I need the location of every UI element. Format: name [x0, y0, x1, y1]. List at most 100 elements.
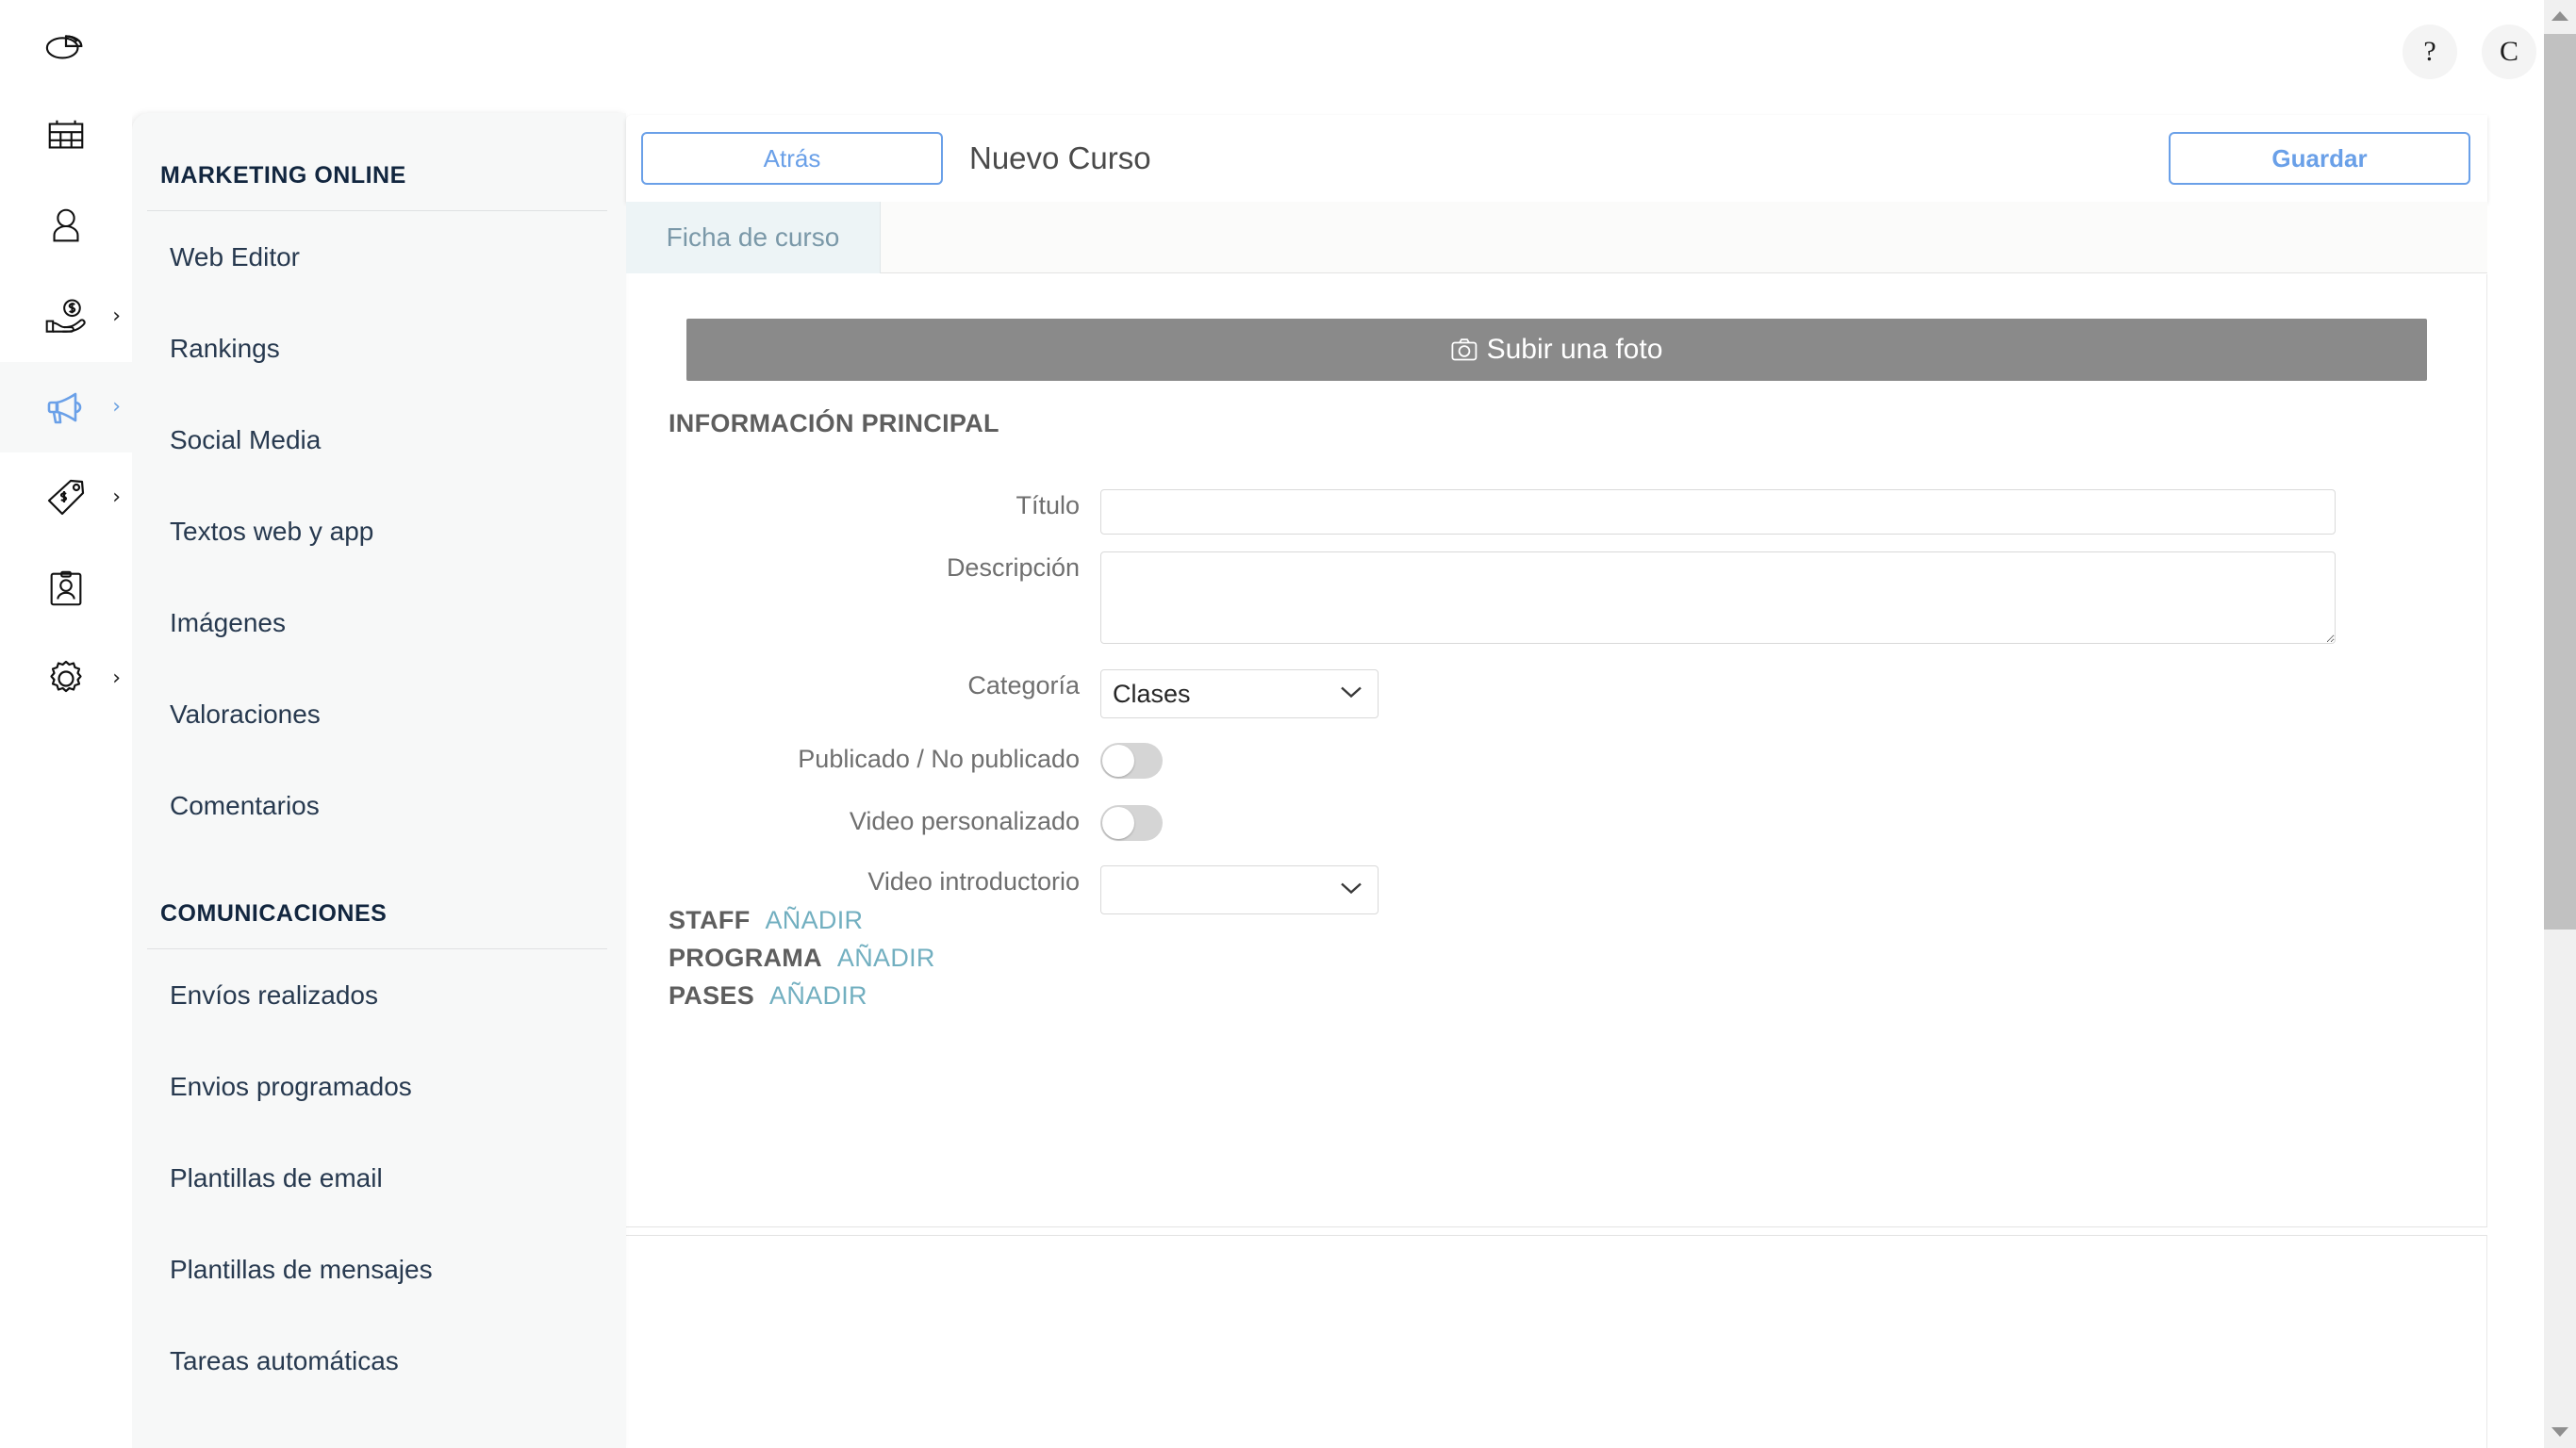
sidebar-group-title-marketing: MARKETING ONLINE — [160, 162, 406, 189]
triangle-down-icon — [2551, 1427, 2568, 1437]
sidebar-item-web-editor[interactable]: Web Editor — [132, 211, 626, 303]
chevron-right-icon: › — [112, 666, 121, 690]
subsection-staff: STAFF AÑADIR — [669, 906, 863, 935]
scrollbar-thumb[interactable] — [2544, 34, 2576, 930]
tab-strip: Ficha de curso — [626, 202, 2487, 273]
sidebar-item-label: Comentarios — [170, 790, 320, 820]
sidebar-item-tareas-automaticas[interactable]: Tareas automáticas — [132, 1315, 626, 1407]
calendar-icon — [40, 109, 92, 162]
pases-add-link[interactable]: AÑADIR — [769, 981, 867, 1011]
rail-item-id-badge[interactable] — [0, 543, 132, 634]
rail-item-calendar[interactable] — [0, 90, 132, 181]
rail-item-money-hand[interactable]: › — [0, 272, 132, 362]
field-row-categoria: Categoría Clases — [626, 669, 2486, 718]
user-icon — [40, 200, 92, 253]
label-descripcion: Descripción — [946, 553, 1080, 582]
secondary-sidebar: MARKETING ONLINE Web Editor Rankings Soc… — [132, 113, 626, 1448]
rail-item-pie-chart[interactable] — [0, 0, 132, 90]
gear-icon — [40, 652, 92, 705]
sidebar-item-comentarios[interactable]: Comentarios — [132, 760, 626, 851]
sidebar-item-label: Rankings — [170, 333, 280, 363]
camera-icon — [1451, 337, 1478, 362]
field-row-video-personalizado: Video personalizado — [626, 805, 2486, 841]
sidebar-group-comunicaciones-items: Envíos realizados Envios programados Pla… — [132, 949, 626, 1407]
label-video-personalizado: Video personalizado — [849, 807, 1080, 835]
rail-item-gear[interactable]: › — [0, 634, 132, 724]
field-row-titulo: Título — [626, 489, 2486, 535]
sidebar-item-valoraciones[interactable]: Valoraciones — [132, 668, 626, 760]
megaphone-icon — [40, 381, 92, 434]
label-publicado: Publicado / No publicado — [798, 745, 1080, 773]
chevron-right-icon: › — [112, 395, 121, 419]
sidebar-item-label: Envios programados — [170, 1071, 412, 1101]
sidebar-item-label: Valoraciones — [170, 699, 321, 729]
sidebar-item-label: Tareas automáticas — [170, 1345, 399, 1375]
icon-rail: › › › › — [0, 0, 132, 1448]
field-row-publicado: Publicado / No publicado — [626, 743, 2486, 779]
field-row-descripcion: Descripción — [626, 551, 2486, 649]
save-button[interactable]: Guardar — [2169, 132, 2470, 185]
pie-chart-icon — [40, 19, 92, 72]
descripcion-textarea[interactable] — [1100, 551, 2336, 644]
toggle-knob — [1102, 745, 1134, 777]
sidebar-item-plantillas-de-mensajes[interactable]: Plantillas de mensajes — [132, 1224, 626, 1315]
subsection-programa-label: PROGRAMA — [669, 944, 822, 972]
programa-add-link[interactable]: AÑADIR — [837, 944, 935, 973]
upload-photo-label: Subir una foto — [1486, 334, 1663, 365]
subsection-programa: PROGRAMA AÑADIR — [669, 944, 935, 973]
sidebar-item-imagenes[interactable]: Imágenes — [132, 577, 626, 668]
rail-item-price-tag[interactable]: › — [0, 452, 132, 543]
label-video-introductorio: Video introductorio — [867, 867, 1080, 896]
field-row-video-introductorio: Video introductorio — [626, 865, 2486, 914]
upload-photo-button[interactable]: Subir una foto — [686, 319, 2427, 381]
sidebar-item-label: Web Editor — [170, 241, 300, 272]
titulo-input[interactable] — [1100, 489, 2336, 535]
sidebar-item-envios-programados[interactable]: Envios programados — [132, 1041, 626, 1132]
scroll-down-button[interactable] — [2544, 1416, 2576, 1448]
triangle-up-icon — [2551, 11, 2568, 21]
section-title-informacion-principal: INFORMACIÓN PRINCIPAL — [669, 409, 999, 437]
help-button[interactable]: ? — [2403, 25, 2457, 79]
staff-add-link[interactable]: AÑADIR — [765, 906, 863, 935]
sidebar-item-social-media[interactable]: Social Media — [132, 394, 626, 485]
app-root: › › › › MARKETING ONLINE Web Editor Rank… — [0, 0, 2576, 1448]
page-scrollbar[interactable] — [2544, 0, 2576, 1448]
sidebar-item-label: Imágenes — [170, 607, 286, 637]
subsection-pases: PASES AÑADIR — [669, 981, 867, 1011]
chevron-right-icon: › — [112, 304, 121, 328]
back-button[interactable]: Atrás — [641, 132, 943, 185]
sidebar-item-plantillas-de-email[interactable]: Plantillas de email — [132, 1132, 626, 1224]
tab-ficha-de-curso[interactable]: Ficha de curso — [626, 202, 881, 273]
topbar-actions: ? C — [2403, 25, 2536, 79]
scroll-up-button[interactable] — [2544, 0, 2576, 32]
sidebar-group-title-comunicaciones: COMUNICACIONES — [160, 900, 388, 927]
label-categoria: Categoría — [967, 671, 1080, 699]
sidebar-item-label: Plantillas de email — [170, 1162, 383, 1193]
categoria-select[interactable]: Clases — [1100, 669, 1379, 718]
label-titulo: Título — [1016, 491, 1080, 519]
price-tag-icon — [40, 471, 92, 524]
rail-item-user[interactable] — [0, 181, 132, 272]
sidebar-item-envios-realizados[interactable]: Envíos realizados — [132, 949, 626, 1041]
publicado-toggle[interactable] — [1100, 743, 1163, 779]
sidebar-item-label: Social Media — [170, 424, 322, 454]
id-badge-icon — [40, 562, 92, 615]
chevron-right-icon: › — [112, 485, 121, 509]
rail-item-megaphone[interactable]: › — [0, 362, 132, 452]
video-introductorio-select[interactable] — [1100, 865, 1379, 914]
page-title: Nuevo Curso — [969, 140, 1151, 175]
sidebar-item-label: Envíos realizados — [170, 979, 379, 1010]
subsection-staff-label: STAFF — [669, 906, 751, 934]
sidebar-item-textos-web-y-app[interactable]: Textos web y app — [132, 485, 626, 577]
course-form: Título Descripción Categoría Clases Publ… — [626, 444, 2486, 914]
subsection-pases-label: PASES — [669, 981, 755, 1010]
account-avatar[interactable]: C — [2482, 25, 2536, 79]
content-card: Subir una foto INFORMACIÓN PRINCIPAL Tít… — [626, 274, 2487, 1227]
page-header: Atrás Nuevo Curso Guardar — [626, 115, 2487, 202]
video-personalizado-toggle[interactable] — [1100, 805, 1163, 841]
sidebar-group-marketing-items: Web Editor Rankings Social Media Textos … — [132, 211, 626, 851]
sidebar-item-label: Plantillas de mensajes — [170, 1254, 433, 1284]
toggle-knob — [1102, 807, 1134, 839]
lower-panel — [626, 1235, 2487, 1448]
sidebar-item-rankings[interactable]: Rankings — [132, 303, 626, 394]
